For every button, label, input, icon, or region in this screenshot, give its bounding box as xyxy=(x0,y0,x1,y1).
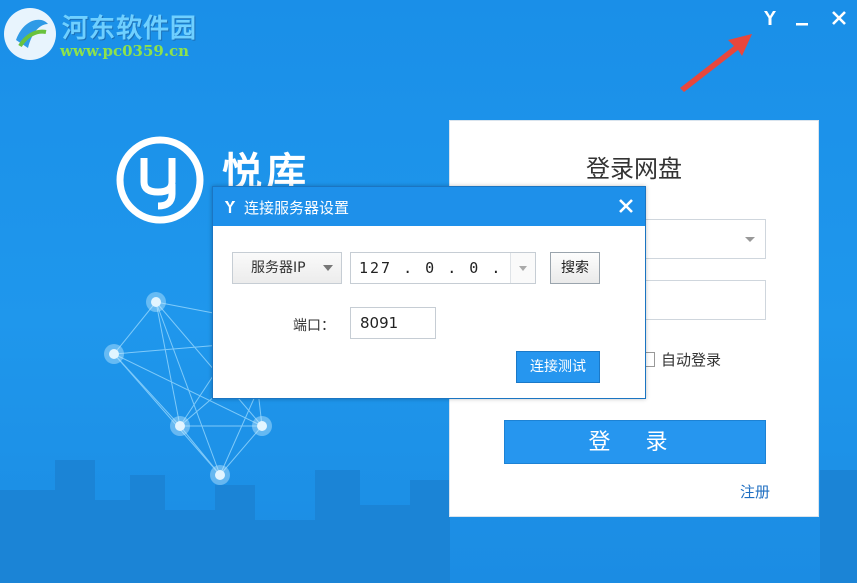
settings-icon xyxy=(764,11,776,25)
annotation-arrow xyxy=(680,34,752,92)
app-window: 河东软件园 www.pc0359.cn 悦库 登录网盘 自动登录 登 录 注册 … xyxy=(0,0,857,583)
login-button[interactable]: 登 录 xyxy=(504,420,766,464)
port-input[interactable]: 8091 xyxy=(350,307,436,339)
server-type-value: 服务器IP xyxy=(251,260,306,276)
port-label: 端口： xyxy=(293,318,335,334)
dialog-title: 连接服务器设置 xyxy=(244,199,350,217)
ip-dropdown-button[interactable] xyxy=(510,253,535,283)
chevron-down-icon xyxy=(323,265,333,271)
server-settings-dialog: 连接服务器设置 服务器IP 127 . 0 . 0 . 1 搜索 端口： 809… xyxy=(212,186,646,399)
auto-login-option[interactable]: 自动登录 xyxy=(640,349,721,370)
watermark: 河东软件园 www.pc0359.cn xyxy=(0,0,220,70)
register-link[interactable]: 注册 xyxy=(740,481,770,502)
brand-logo-icon xyxy=(116,136,204,224)
minimize-icon xyxy=(796,23,808,26)
ip-address-value: 127 . 0 . 0 . 1 xyxy=(359,259,525,277)
watermark-site-name: 河东软件园 xyxy=(62,14,198,44)
chevron-down-icon xyxy=(519,266,527,271)
login-title: 登录网盘 xyxy=(586,155,682,183)
auto-login-label: 自动登录 xyxy=(661,351,722,369)
connection-test-button[interactable]: 连接测试 xyxy=(516,351,600,383)
settings-icon xyxy=(224,201,236,213)
minimize-button[interactable] xyxy=(790,6,814,30)
settings-button[interactable] xyxy=(758,6,782,30)
close-icon[interactable] xyxy=(615,195,637,217)
search-button[interactable]: 搜索 xyxy=(550,252,600,284)
watermark-logo-icon xyxy=(4,8,56,60)
chevron-down-icon[interactable] xyxy=(741,230,759,248)
close-button[interactable] xyxy=(827,6,851,30)
watermark-url: www.pc0359.cn xyxy=(60,42,190,60)
ip-address-input[interactable]: 127 . 0 . 0 . 1 xyxy=(350,252,536,284)
close-icon xyxy=(832,11,846,25)
server-type-select[interactable]: 服务器IP xyxy=(232,252,342,284)
dialog-title-bar: 连接服务器设置 xyxy=(213,187,645,226)
